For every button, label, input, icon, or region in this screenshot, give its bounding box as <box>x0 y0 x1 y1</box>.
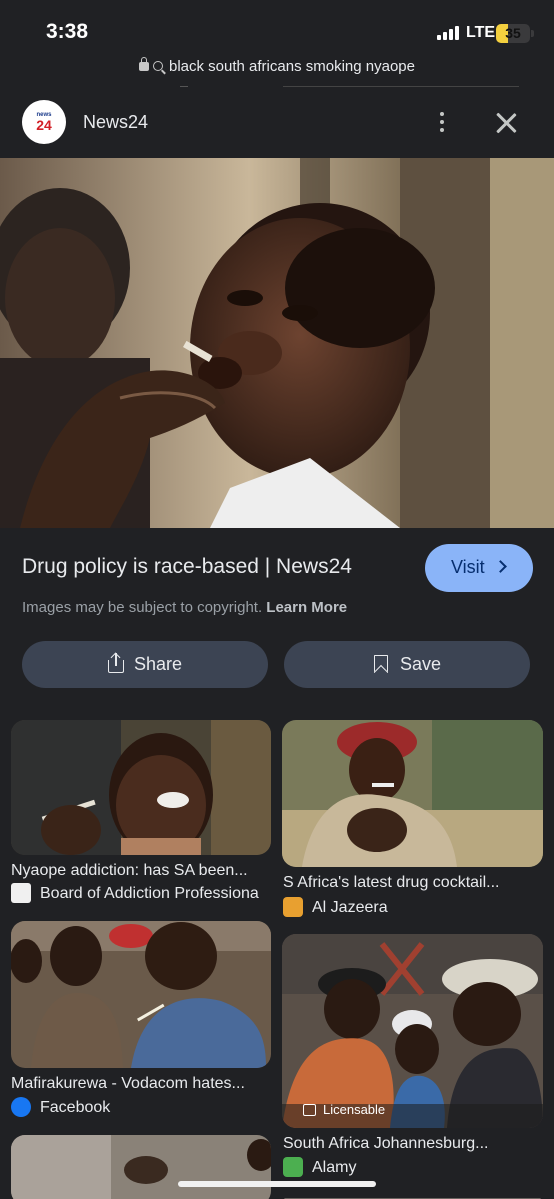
related-title-2[interactable]: S Africa's latest drug cocktail... <box>283 874 541 892</box>
related-thumbnail-6[interactable] <box>282 1195 543 1199</box>
share-button[interactable]: Share <box>22 641 268 688</box>
related-title-1[interactable]: Nyaope addiction: has SA been... <box>11 862 269 880</box>
addiction-board-favicon <box>11 883 31 903</box>
image-icon <box>303 1104 316 1116</box>
main-image[interactable] <box>0 158 554 528</box>
related-thumbnail-5[interactable] <box>11 1135 271 1199</box>
news24-logo[interactable]: news 24 <box>22 100 66 144</box>
copyright-notice: Images may be subject to copyright. Lear… <box>22 599 347 616</box>
related-source-2[interactable]: Al Jazeera <box>312 899 532 917</box>
visit-label: Visit <box>451 557 485 577</box>
network-type: LTE <box>466 24 496 41</box>
chevron-right-icon <box>494 560 507 573</box>
battery-level: 35 <box>505 25 521 41</box>
source-name[interactable]: News24 <box>83 112 148 133</box>
source-header: news 24 News24 <box>0 98 554 150</box>
related-title-4[interactable]: South Africa Johannesburg... <box>283 1135 541 1153</box>
status-bar: 3:38 LTE 35 <box>0 0 554 58</box>
related-source-4[interactable]: Alamy <box>312 1159 532 1177</box>
search-url-bar[interactable]: black south africans smoking nyaope <box>0 57 554 80</box>
share-label: Share <box>134 654 183 674</box>
search-icon <box>153 61 163 71</box>
related-source-1[interactable]: Board of Addiction Professiona <box>40 885 272 903</box>
bookmark-icon <box>374 655 388 673</box>
save-button[interactable]: Save <box>284 641 530 688</box>
learn-more-link[interactable]: Learn More <box>266 599 347 616</box>
more-options-icon[interactable] <box>432 110 452 136</box>
related-thumbnail-3[interactable] <box>11 921 271 1068</box>
result-title[interactable]: Drug policy is race-based | News24 <box>22 555 352 579</box>
related-thumbnail-2[interactable] <box>282 720 543 867</box>
facebook-favicon <box>11 1097 31 1117</box>
close-icon[interactable] <box>493 110 519 136</box>
lock-icon <box>139 57 149 71</box>
related-title-3[interactable]: Mafirakurewa - Vodacom hates... <box>11 1075 269 1093</box>
related-thumbnail-1[interactable] <box>11 720 271 855</box>
related-source-3[interactable]: Facebook <box>40 1099 260 1117</box>
visit-button[interactable]: Visit <box>425 544 533 592</box>
aljazeera-favicon <box>283 897 303 917</box>
alamy-favicon <box>283 1157 303 1177</box>
home-indicator[interactable] <box>178 1181 376 1187</box>
battery-icon: 35 <box>496 24 530 43</box>
search-query: black south africans smoking nyaope <box>169 58 415 75</box>
signal-icon <box>437 26 459 40</box>
status-time: 3:38 <box>46 20 89 43</box>
save-label: Save <box>400 654 442 674</box>
related-thumbnail-4[interactable] <box>282 934 543 1128</box>
copyright-text: Images may be subject to copyright. <box>22 599 263 616</box>
share-icon <box>107 652 125 673</box>
